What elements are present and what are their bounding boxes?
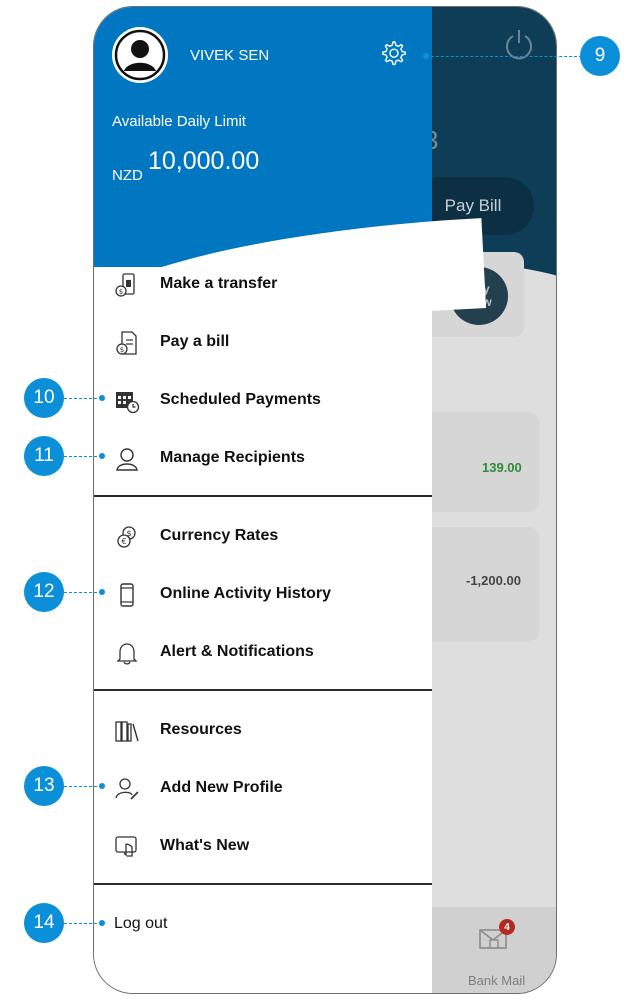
menu-item-alert-notifications[interactable]: Alert & Notifications <box>94 629 432 675</box>
callout-dot <box>99 589 105 595</box>
callout-badge-13: 13 <box>24 766 64 806</box>
callout-badge-14: 14 <box>24 903 64 943</box>
menu-item-pay-bill[interactable]: $ Pay a bill <box>94 319 432 365</box>
limit-amount: 10,000.00 <box>148 147 260 175</box>
books-icon <box>115 721 139 742</box>
menu-item-add-new-profile[interactable]: Add New Profile <box>94 765 432 811</box>
bank-mail-label: Bank Mail <box>468 973 526 988</box>
callout-leader <box>64 592 102 593</box>
menu-item-label: Scheduled Payments <box>160 391 321 408</box>
bell-icon <box>116 643 138 665</box>
menu-item-online-activity-history[interactable]: Online Activity History <box>94 571 432 617</box>
callout-badge-11: 11 <box>24 436 64 476</box>
phone-icon <box>120 583 134 607</box>
transaction-amount: -1,200.00 <box>466 573 521 588</box>
logout-label: Log out <box>114 915 168 932</box>
user-name: VIVEK SEN <box>190 47 270 64</box>
callout-leader <box>64 786 102 787</box>
menu-item-label: Add New Profile <box>160 779 283 796</box>
svg-text:$: $ <box>120 346 124 354</box>
menu-divider <box>94 883 432 885</box>
menu-item-label: Make a transfer <box>160 275 278 292</box>
add-profile-icon <box>115 778 139 800</box>
callout-badge-10: 10 <box>24 378 64 418</box>
callout-dot <box>99 783 105 789</box>
callout-leader <box>64 398 102 399</box>
menu-item-currency-rates[interactable]: $ € Currency Rates <box>94 513 432 559</box>
callout-leader <box>64 456 102 457</box>
limit-label: Available Daily Limit <box>112 113 246 130</box>
svg-text:$: $ <box>126 529 131 538</box>
callout-leader <box>64 923 102 924</box>
bill-icon: $ <box>116 331 137 355</box>
callout-badge-9: 9 <box>580 36 620 76</box>
callout-dot <box>423 53 429 59</box>
phone-frame: 3 Pay Bill PayNow 139.00 -1,200.00 4 Ban… <box>93 6 557 994</box>
menu-item-label: What's New <box>160 837 250 854</box>
menu-item-label: Online Activity History <box>160 585 331 602</box>
menu-item-resources[interactable]: Resources <box>94 707 432 753</box>
callout-dot <box>99 453 105 459</box>
callout-dot <box>99 920 105 926</box>
recipient-icon <box>116 448 138 471</box>
transaction-amount: 139.00 <box>482 460 522 475</box>
logout-button[interactable]: Log out <box>94 901 432 947</box>
menu-item-label: Resources <box>160 721 242 738</box>
menu-item-scheduled-payments[interactable]: Scheduled Payments <box>94 377 432 423</box>
callout-dot <box>99 395 105 401</box>
mail-count-badge: 4 <box>499 919 515 935</box>
callout-badge-12: 12 <box>24 572 64 612</box>
user-avatar-icon <box>114 29 166 81</box>
menu-item-label: Manage Recipients <box>160 449 305 466</box>
menu-item-whats-new[interactable]: What's New <box>94 823 432 869</box>
menu-item-make-transfer[interactable]: $ Make a transfer <box>94 261 432 307</box>
side-drawer: VIVEK SEN Available Daily Limit NZD 10,0… <box>94 7 487 993</box>
svg-text:$: $ <box>119 288 123 296</box>
gear-icon[interactable] <box>378 39 408 69</box>
avatar[interactable] <box>112 27 168 83</box>
menu-item-manage-recipients[interactable]: Manage Recipients <box>94 435 432 481</box>
callout-leader <box>426 56 582 57</box>
svg-text:€: € <box>121 537 126 546</box>
menu-item-label: Currency Rates <box>160 527 279 544</box>
currency-icon: $ € <box>117 526 136 548</box>
limit-currency: NZD <box>112 167 143 184</box>
menu-item-label: Alert & Notifications <box>160 643 314 660</box>
transfer-icon: $ <box>115 273 135 297</box>
menu-divider <box>94 495 432 497</box>
touch-screen-icon <box>115 836 137 857</box>
menu-item-label: Pay a bill <box>160 333 230 350</box>
menu-divider <box>94 689 432 691</box>
calendar-clock-icon <box>116 392 140 414</box>
